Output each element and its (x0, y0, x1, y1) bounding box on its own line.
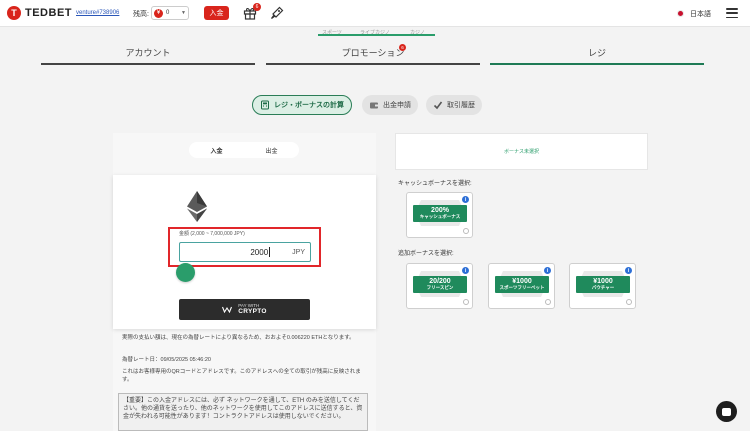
bonus-type: バウチャー (591, 284, 615, 290)
ethereum-icon (187, 191, 207, 222)
yen-currency-icon: ¥ (154, 8, 163, 18)
bonus-not-selected: ボーナス未選択 (503, 149, 539, 155)
bonus-card-voucher[interactable]: ¥1000 バウチャー i (569, 263, 636, 309)
pay-big-label: CRYPTO (238, 307, 267, 315)
promotion-badge: 6 (399, 44, 406, 51)
amount-highlight-box (168, 227, 321, 267)
pay-button-text: PAY WITH CRYPTO (238, 303, 267, 315)
check-icon (433, 100, 443, 110)
tab-cashier[interactable]: レジ (490, 41, 704, 65)
chevron-down-icon: ▼ (181, 10, 186, 16)
rate-label: 為替レート日 (122, 357, 156, 363)
bonus-banner: 20/200 フリースピン (413, 276, 467, 293)
chat-button[interactable] (716, 401, 737, 422)
tab-label: アカウント (125, 47, 171, 58)
bonus-type: フリースピン (426, 284, 454, 290)
deposit-panel: 入金 出金 金額 (2,000 ~ 7,000,000 JPY) 2000 JP… (113, 133, 376, 431)
info-icon[interactable]: i (625, 267, 632, 274)
bonus-radio[interactable] (545, 299, 551, 305)
subtab-transaction-history[interactable]: 取引履歴 (426, 95, 482, 115)
bonus-banner: ¥1000 スポーツフリーベット (495, 276, 549, 293)
hamburger-menu-icon[interactable] (726, 7, 738, 19)
logo-text: TEDBET (25, 7, 72, 19)
info-icon[interactable]: i (462, 196, 469, 203)
bonus-card-free-spins[interactable]: 20/200 フリースピン i (406, 263, 473, 309)
subnav-active-indicator (318, 34, 435, 36)
bonus-type: スポーツフリーベット (499, 284, 545, 290)
exchange-rate-line: 為替レート日：09/05/2025 05:46:20 (122, 357, 211, 363)
subtab-cashier-bonus-calc[interactable]: レジ・ボーナスの計算 (252, 95, 352, 115)
important-notice: 【重要】この入金アドレスには、必ず ネットワークを通して、ETH のみを送信して… (118, 393, 368, 431)
bonus-banner: ¥1000 バウチャー (576, 276, 630, 293)
rate-date: 09/05/2025 05:46:20 (160, 357, 211, 363)
deposit-card: 金額 (2,000 ~ 7,000,000 JPY) 2000 JPY PAY … (113, 175, 376, 329)
bonus-banner: 200% キャッシュボーナス (413, 205, 467, 222)
deposit-withdraw-switch: 入金 出金 (189, 142, 299, 158)
extra-bonus-label: 追加ボーナスを選択: (398, 251, 454, 257)
withdraw-mode-button[interactable]: 出金 (244, 142, 299, 158)
logo-mark: T (7, 6, 21, 20)
bonus-radio[interactable] (463, 299, 469, 305)
subtab-label: 出金申請 (383, 102, 411, 109)
loading-indicator (176, 263, 195, 282)
cash-bonus-label: キャッシュボーナスを選択: (398, 181, 472, 187)
payment-note: 実際の支払い額は、現在の為替レートにより異なるため、おおよそ0.006220 E… (122, 335, 355, 341)
username-link[interactable]: venture#738906 (76, 10, 119, 16)
top-header: T TEDBET venture#738906 残高: ¥ 0 ▼ 入金 6 日… (0, 0, 750, 27)
tab-promotion[interactable]: プロモーション 6 (266, 41, 480, 65)
subtab-label: レジ・ボーナスの計算 (274, 102, 344, 109)
qr-note: これはお客様専用のQRコードとアドレスです。このアドレスへの全ての取引が残高に反… (122, 369, 361, 383)
subtab-withdraw-request[interactable]: 出金申請 (362, 95, 418, 115)
bonus-summary-box: ボーナス未選択 (395, 133, 648, 170)
tab-account[interactable]: アカウント (41, 41, 255, 65)
bonus-card-sports-freebet[interactable]: ¥1000 スポーツフリーベット i (488, 263, 555, 309)
deposit-mode-button[interactable]: 入金 (189, 142, 244, 158)
info-icon[interactable]: i (462, 267, 469, 274)
tab-label: レジ (587, 47, 606, 58)
subtab-label: 取引履歴 (447, 102, 475, 109)
tab-label: プロモーション (341, 47, 405, 58)
balance-dropdown[interactable]: ¥ 0 ▼ (151, 6, 189, 20)
language-selector[interactable]: 日本語 (690, 9, 711, 19)
balance-label: 残高: (133, 11, 149, 18)
crypto-pay-icon (222, 306, 233, 313)
gift-badge: 6 (253, 3, 261, 11)
wallet-icon (369, 100, 379, 110)
bonus-type: キャッシュボーナス (419, 213, 461, 219)
deposit-button[interactable]: 入金 (204, 6, 229, 20)
info-icon[interactable]: i (544, 267, 551, 274)
pay-with-crypto-button[interactable]: PAY WITH CRYPTO (179, 299, 310, 320)
rocket-icon[interactable] (270, 6, 284, 20)
bonus-radio[interactable] (463, 228, 469, 234)
chat-icon (722, 407, 731, 416)
balance-value: 0 (166, 10, 170, 16)
japan-flag-icon (677, 10, 684, 17)
bonus-radio[interactable] (626, 299, 632, 305)
bonus-card-cash[interactable]: 200% キャッシュボーナス i (406, 192, 473, 238)
logo[interactable]: T TEDBET (7, 6, 72, 20)
register-icon (260, 100, 270, 110)
